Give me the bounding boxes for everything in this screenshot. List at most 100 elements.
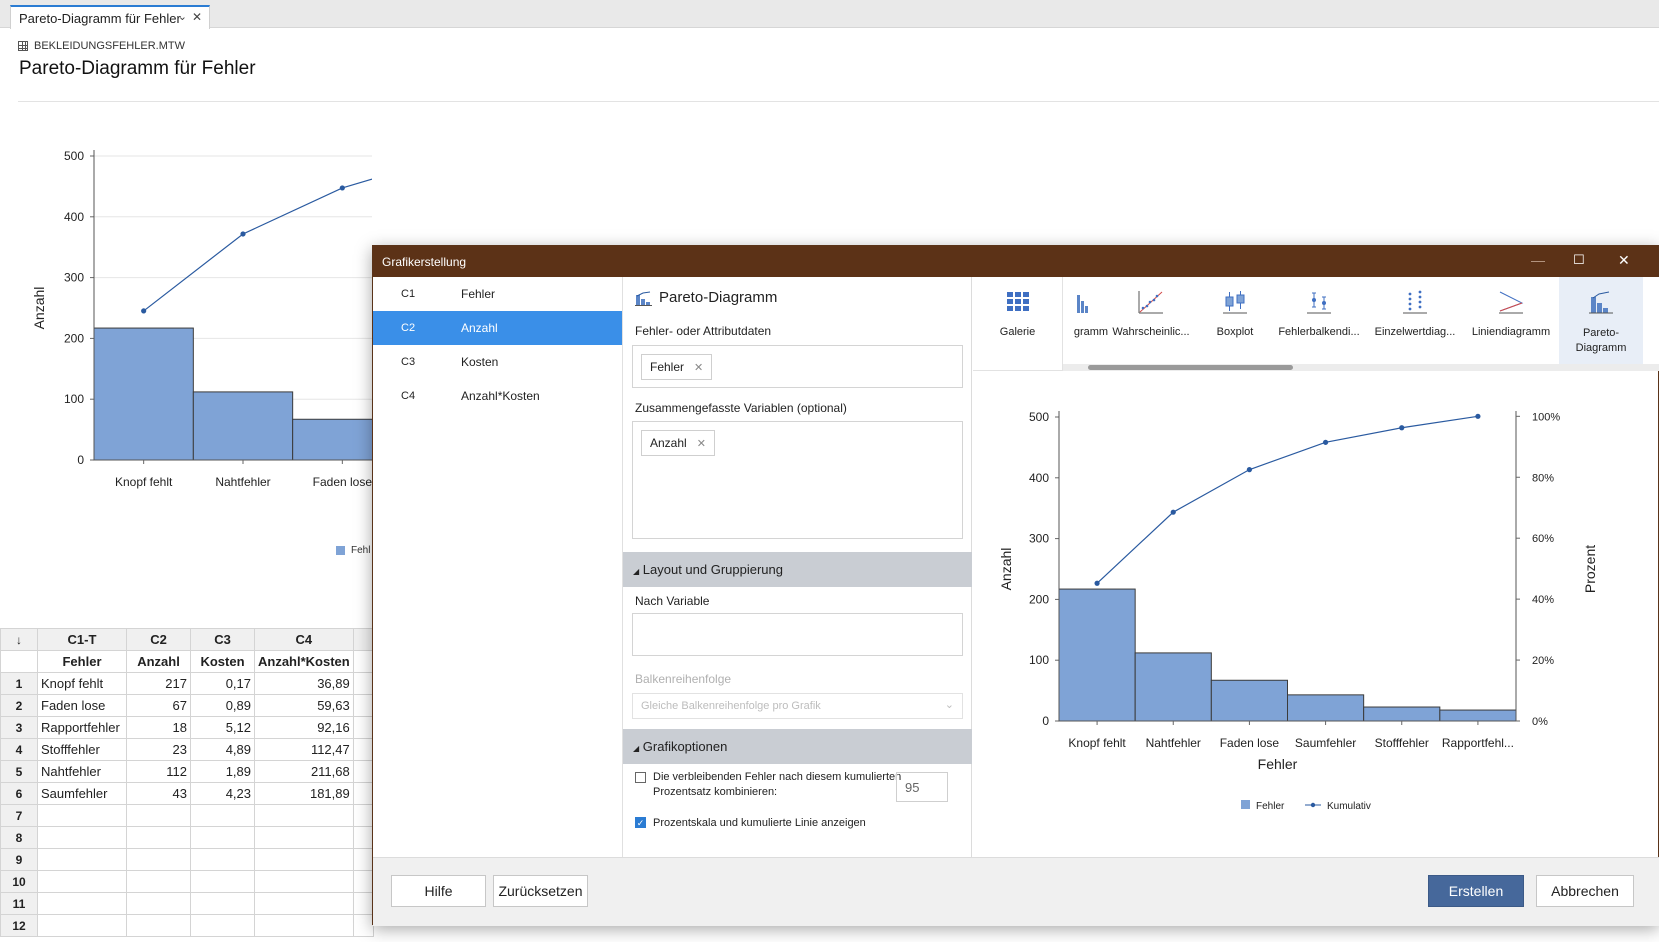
- table-row[interactable]: 10: [0, 870, 374, 893]
- table-cell[interactable]: [254, 870, 354, 893]
- worksheet-corner[interactable]: ↓: [0, 628, 38, 651]
- variable-item-c1[interactable]: C1 Fehler: [373, 277, 622, 311]
- remove-chip-icon[interactable]: ✕: [697, 437, 706, 450]
- table-row[interactable]: 1 Knopf fehlt 217 0,17 36,89: [0, 672, 374, 695]
- col-header-c3[interactable]: C3: [190, 628, 255, 651]
- table-cell[interactable]: 4,89: [190, 738, 255, 761]
- gallery-item-error-bar[interactable]: Fehlerbalkendi...: [1271, 277, 1367, 371]
- table-cell[interactable]: [190, 870, 255, 893]
- gallery-item-pareto[interactable]: Pareto- Diagramm: [1559, 277, 1643, 371]
- table-row[interactable]: 5 Nahtfehler 112 1,89 211,68: [0, 760, 374, 783]
- table-cell[interactable]: Stofffehler: [37, 738, 127, 761]
- table-cell[interactable]: Faden lose: [37, 694, 127, 717]
- table-cell[interactable]: 1,89: [190, 760, 255, 783]
- table-cell[interactable]: Knopf fehlt: [37, 672, 127, 695]
- section-graph-options[interactable]: ◢ Grafikoptionen: [623, 729, 972, 764]
- gallery-scrollbar-thumb[interactable]: [1088, 365, 1293, 370]
- table-cell[interactable]: [254, 826, 354, 849]
- table-cell[interactable]: [190, 804, 255, 827]
- table-cell[interactable]: 217: [126, 672, 191, 695]
- table-cell[interactable]: [352, 738, 374, 761]
- col-name-cell[interactable]: Anzahl: [126, 650, 191, 673]
- table-cell[interactable]: [37, 870, 127, 893]
- row-header[interactable]: 5: [0, 760, 38, 783]
- close-icon[interactable]: ✕: [1618, 252, 1630, 269]
- table-cell[interactable]: [126, 870, 191, 893]
- table-cell[interactable]: [352, 716, 374, 739]
- col-name-cell[interactable]: Kosten: [190, 650, 255, 673]
- table-cell[interactable]: [352, 848, 374, 871]
- document-tab[interactable]: Pareto-Diagramm für Fehler ⌄ ✕: [10, 5, 210, 29]
- table-cell[interactable]: 181,89: [254, 782, 354, 805]
- table-cell[interactable]: 211,68: [254, 760, 354, 783]
- col-header-c1[interactable]: C1-T: [37, 628, 127, 651]
- table-cell[interactable]: [254, 892, 354, 915]
- table-row[interactable]: 8: [0, 826, 374, 849]
- row-header-names[interactable]: [0, 650, 38, 673]
- col-name-cell[interactable]: [352, 650, 374, 673]
- table-row[interactable]: 3 Rapportfehler 18 5,12 92,16: [0, 716, 374, 739]
- row-header[interactable]: 1: [0, 672, 38, 695]
- table-cell[interactable]: [37, 848, 127, 871]
- row-header[interactable]: 12: [0, 914, 38, 937]
- table-row[interactable]: 2 Faden lose 67 0,89 59,63: [0, 694, 374, 717]
- help-button[interactable]: Hilfe: [391, 875, 486, 907]
- table-cell[interactable]: [352, 672, 374, 695]
- table-cell[interactable]: 5,12: [190, 716, 255, 739]
- table-cell[interactable]: [37, 914, 127, 937]
- close-icon[interactable]: ✕: [192, 10, 202, 24]
- col-name-cell[interactable]: Anzahl*Kosten: [254, 650, 354, 673]
- table-row[interactable]: 7: [0, 804, 374, 827]
- row-header[interactable]: 2: [0, 694, 38, 717]
- defects-field[interactable]: Fehler ✕: [632, 345, 963, 388]
- section-layout[interactable]: ◢ Layout und Gruppierung: [623, 552, 972, 587]
- table-cell[interactable]: [352, 694, 374, 717]
- table-cell[interactable]: 67: [126, 694, 191, 717]
- table-cell[interactable]: [37, 804, 127, 827]
- table-cell[interactable]: [352, 760, 374, 783]
- table-cell[interactable]: [352, 914, 374, 937]
- table-row[interactable]: 12: [0, 914, 374, 937]
- row-header[interactable]: 8: [0, 826, 38, 849]
- table-cell[interactable]: Rapportfehler: [37, 716, 127, 739]
- row-header[interactable]: 9: [0, 848, 38, 871]
- maximize-icon[interactable]: ☐: [1573, 252, 1585, 268]
- table-row[interactable]: 4 Stofffehler 23 4,89 112,47: [0, 738, 374, 761]
- table-cell[interactable]: [190, 892, 255, 915]
- variable-item-c3[interactable]: C3 Kosten: [373, 345, 622, 379]
- summarized-chip[interactable]: Anzahl ✕: [641, 430, 715, 456]
- row-header[interactable]: 10: [0, 870, 38, 893]
- variable-item-c4[interactable]: C4 Anzahl*Kosten: [373, 379, 622, 413]
- table-cell[interactable]: 18: [126, 716, 191, 739]
- chevron-down-icon[interactable]: ⌄: [178, 10, 187, 23]
- table-cell[interactable]: [126, 892, 191, 915]
- table-cell[interactable]: [37, 826, 127, 849]
- gallery-item-galerie[interactable]: Galerie: [973, 277, 1063, 371]
- row-header[interactable]: 6: [0, 782, 38, 805]
- table-cell[interactable]: 0,17: [190, 672, 255, 695]
- table-row[interactable]: 11: [0, 892, 374, 915]
- gallery-item-boxplot[interactable]: Boxplot: [1199, 277, 1271, 371]
- table-cell[interactable]: 23: [126, 738, 191, 761]
- table-cell[interactable]: 4,23: [190, 782, 255, 805]
- table-cell[interactable]: 0,89: [190, 694, 255, 717]
- table-cell[interactable]: [352, 782, 374, 805]
- col-name-cell[interactable]: Fehler: [37, 650, 127, 673]
- minimize-icon[interactable]: —: [1531, 252, 1545, 268]
- table-cell[interactable]: [126, 848, 191, 871]
- cancel-button[interactable]: Abbrechen: [1536, 875, 1634, 907]
- table-cell[interactable]: [190, 826, 255, 849]
- table-cell[interactable]: [352, 870, 374, 893]
- row-header[interactable]: 3: [0, 716, 38, 739]
- defects-chip[interactable]: Fehler ✕: [641, 354, 713, 380]
- table-cell[interactable]: [190, 914, 255, 937]
- table-cell[interactable]: 59,63: [254, 694, 354, 717]
- reset-button[interactable]: Zurücksetzen: [493, 875, 588, 907]
- gallery-item-line-chart[interactable]: Liniendiagramm: [1463, 277, 1559, 371]
- row-header[interactable]: 4: [0, 738, 38, 761]
- table-cell[interactable]: 92,16: [254, 716, 354, 739]
- table-row[interactable]: 6 Saumfehler 43 4,23 181,89: [0, 782, 374, 805]
- table-cell[interactable]: [37, 892, 127, 915]
- variable-item-c2[interactable]: C2 Anzahl: [373, 311, 622, 345]
- percent-scale-checkbox[interactable]: ✓: [635, 817, 646, 828]
